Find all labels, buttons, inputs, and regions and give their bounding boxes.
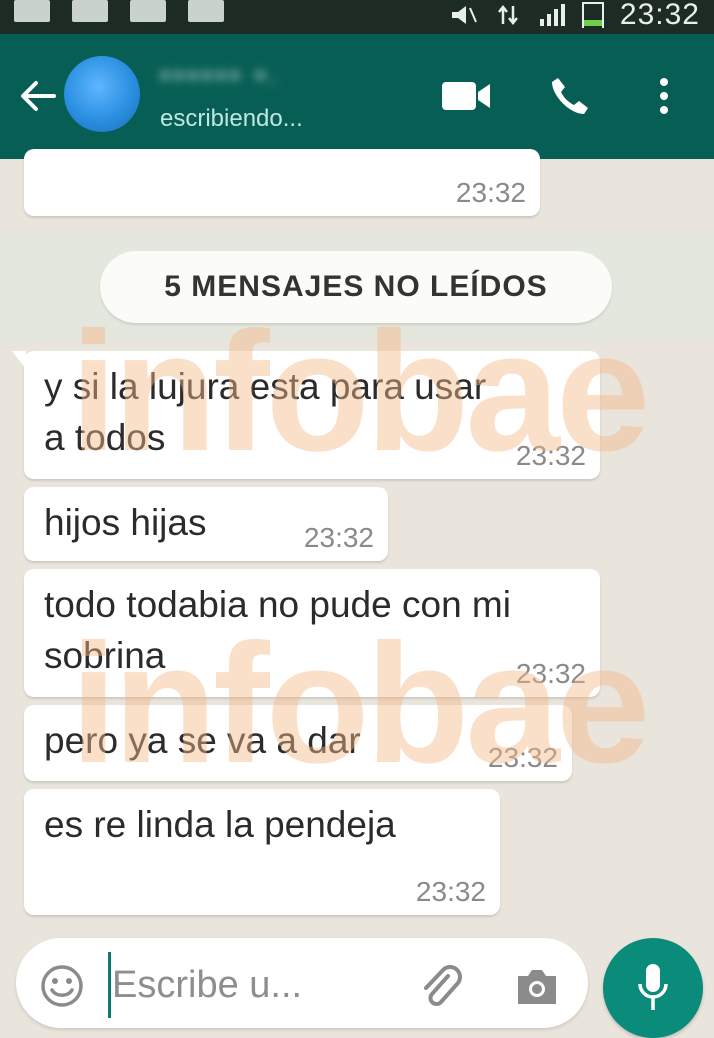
microphone-icon — [638, 964, 668, 1010]
message-bubble[interactable]: todo todabia no pude con mi sobrina 23:3… — [24, 569, 600, 697]
text-cursor — [108, 952, 111, 1018]
message-text: todo todabia no pude con mi sobrina — [44, 584, 511, 676]
notification-icons — [14, 0, 224, 22]
message-composer — [16, 938, 588, 1028]
chat-area: 23:32 5 MENSAJES NO LEÍDOS y si la lujur… — [0, 149, 714, 1024]
chat-header: ▪▪▪▪▪▪ ▪. escribiendo... — [0, 34, 714, 159]
message-text: pero ya se va a dar — [44, 720, 361, 761]
message-bubble[interactable]: pero ya se va a dar 23:32 — [24, 705, 572, 781]
message-input[interactable] — [112, 952, 412, 1018]
avatar[interactable] — [64, 56, 140, 132]
message-bubble[interactable]: es re linda la pendeja 23:32 — [24, 789, 500, 915]
back-arrow-icon[interactable] — [18, 80, 56, 112]
status-bar: 23:32 — [0, 0, 714, 34]
message-text: y si la lujura esta para usar a todos — [44, 366, 487, 458]
mail-notification-icon — [72, 0, 108, 22]
message-time: 23:32 — [415, 876, 486, 907]
message-time: 23:32 — [455, 177, 526, 208]
message-time: 23:32 — [303, 522, 374, 553]
message-text: hijos hijas — [44, 502, 207, 543]
emoji-icon[interactable] — [40, 964, 84, 1008]
signal-icon — [539, 4, 565, 26]
video-call-icon[interactable] — [440, 78, 492, 114]
bubble-tail — [12, 351, 26, 369]
message-bubble[interactable]: hijos hijas 23:32 — [24, 487, 388, 561]
typing-status: escribiendo... — [160, 105, 303, 132]
message-bubble-previous[interactable]: 23:32 — [24, 149, 540, 216]
message-text: es re linda la pendeja — [44, 804, 396, 845]
data-transfer-icon — [497, 4, 518, 26]
battery-icon — [581, 2, 604, 28]
camera-icon[interactable] — [514, 966, 560, 1006]
more-options-icon[interactable] — [652, 74, 676, 118]
gallery-notification-icon — [14, 0, 50, 22]
message-time: 23:32 — [487, 742, 558, 773]
message-bubble[interactable]: y si la lujura esta para usar a todos 23… — [12, 351, 600, 479]
phone-call-icon[interactable] — [548, 74, 592, 118]
message-time: 23:32 — [515, 440, 586, 471]
voice-message-button[interactable] — [603, 938, 703, 1038]
message-time: 23:32 — [515, 658, 586, 689]
mute-icon — [451, 6, 477, 24]
system-indicators: 23:32 — [450, 0, 700, 30]
voicemail-notification-icon — [188, 0, 224, 22]
contact-name[interactable]: ▪▪▪▪▪▪ ▪. — [160, 56, 390, 94]
unread-messages-label: 5 MENSAJES NO LEÍDOS — [100, 251, 612, 323]
music-notification-icon — [130, 0, 166, 22]
attach-icon[interactable] — [418, 962, 462, 1010]
status-clock: 23:32 — [619, 0, 700, 31]
